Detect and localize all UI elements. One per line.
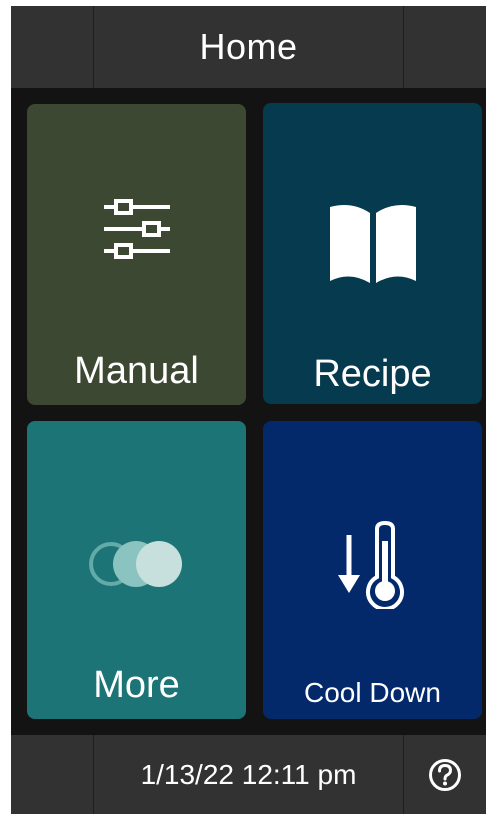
more-tile[interactable]: More xyxy=(27,421,246,719)
datetime: 1/13/22 12:11 pm xyxy=(140,758,357,790)
thermometer-down-arrow-icon xyxy=(263,521,482,609)
sliders-icon xyxy=(27,198,246,260)
manual-label: Manual xyxy=(74,350,199,392)
help-button[interactable] xyxy=(404,735,486,814)
cool-down-label: Cool Down xyxy=(304,677,441,708)
more-label: More xyxy=(93,664,180,706)
recipe-tile[interactable]: Recipe xyxy=(263,103,482,404)
help-icon xyxy=(428,758,462,792)
manual-tile[interactable]: Manual xyxy=(27,104,246,405)
header-title-cell: Home xyxy=(93,6,404,88)
top-left-slot xyxy=(11,6,93,88)
datetime-cell: 1/13/22 12:11 pm xyxy=(93,735,404,814)
top-right-slot xyxy=(404,6,486,88)
recipe-label: Recipe xyxy=(313,353,432,395)
cool-down-tile[interactable]: Cool Down xyxy=(263,421,482,719)
screen: Home Manual Recipe More Cool Down 1/13/2… xyxy=(11,6,486,814)
overlapping-circles-icon xyxy=(27,539,246,589)
bottom-bar: 1/13/22 12:11 pm xyxy=(11,735,486,814)
open-book-icon xyxy=(263,203,482,285)
bottom-left-slot xyxy=(11,735,93,814)
top-bar: Home xyxy=(11,6,486,88)
page-title: Home xyxy=(199,26,298,67)
